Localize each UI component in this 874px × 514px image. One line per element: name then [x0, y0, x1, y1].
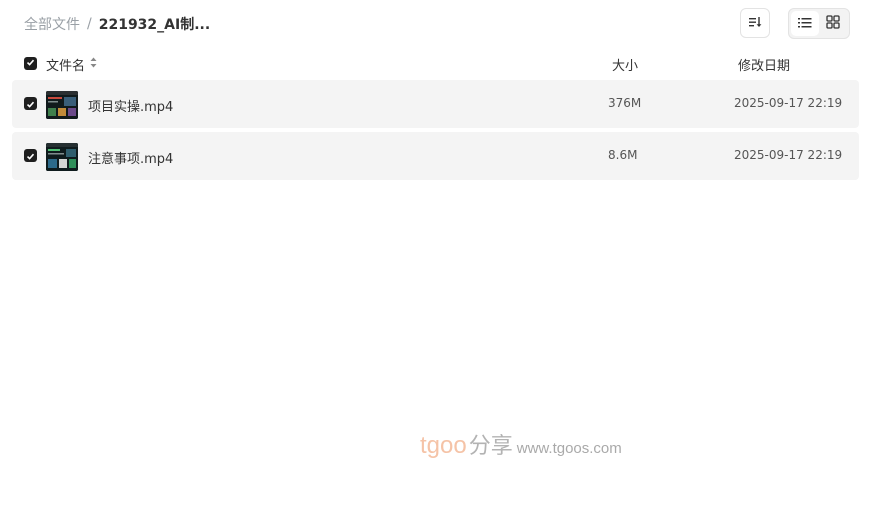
- watermark-url: www.tgoos.com: [516, 440, 622, 457]
- table-row[interactable]: 注意事项.mp4 8.6M 2025-09-17 22:19: [12, 132, 859, 180]
- view-switch: [788, 8, 850, 39]
- sort-toggle-icon[interactable]: [90, 57, 97, 72]
- check-icon: [26, 146, 35, 165]
- breadcrumb-separator: /: [87, 16, 92, 32]
- list-view-button[interactable]: [791, 11, 819, 36]
- sort-list-icon: [748, 14, 762, 33]
- file-size: 376M: [608, 96, 642, 110]
- file-name[interactable]: 注意事项.mp4: [88, 148, 173, 167]
- breadcrumb-current: 221932_AI制...: [98, 17, 211, 33]
- breadcrumb-root[interactable]: 全部文件: [24, 14, 80, 34]
- column-header-name-label: 文件名: [46, 59, 86, 74]
- row-checkbox[interactable]: [24, 149, 37, 162]
- table-row[interactable]: 项目实操.mp4 376M 2025-09-17 22:19: [12, 80, 859, 128]
- file-name[interactable]: 项目实操.mp4: [88, 96, 173, 115]
- watermark-cn: 分享: [468, 434, 513, 459]
- row-checkbox[interactable]: [24, 97, 37, 110]
- video-thumbnail: [46, 91, 78, 119]
- list-view-icon: [798, 14, 812, 33]
- video-thumbnail: [46, 143, 78, 171]
- grid-view-icon: [826, 14, 840, 33]
- column-header-size[interactable]: 大小: [612, 55, 638, 74]
- file-browser: 全部文件 / 221932_AI制... 文件名 大小 修改日期 项目实操.mp…: [0, 0, 874, 514]
- check-icon: [26, 56, 35, 71]
- watermark-brand: tgoo: [420, 432, 467, 459]
- table-header: 文件名 大小 修改日期: [12, 52, 859, 76]
- file-size: 8.6M: [608, 148, 638, 162]
- column-header-name[interactable]: 文件名: [46, 55, 97, 74]
- select-all-checkbox[interactable]: [24, 57, 37, 70]
- breadcrumb: 全部文件 / 221932_AI制...: [24, 14, 210, 34]
- watermark: tgoo 分享 www.tgoos.com: [420, 428, 622, 464]
- file-date: 2025-09-17 22:19: [734, 148, 843, 162]
- sort-button[interactable]: [740, 8, 770, 38]
- grid-view-button[interactable]: [819, 11, 847, 36]
- column-header-date[interactable]: 修改日期: [738, 55, 790, 74]
- check-icon: [26, 94, 35, 113]
- file-date: 2025-09-17 22:19: [734, 96, 843, 110]
